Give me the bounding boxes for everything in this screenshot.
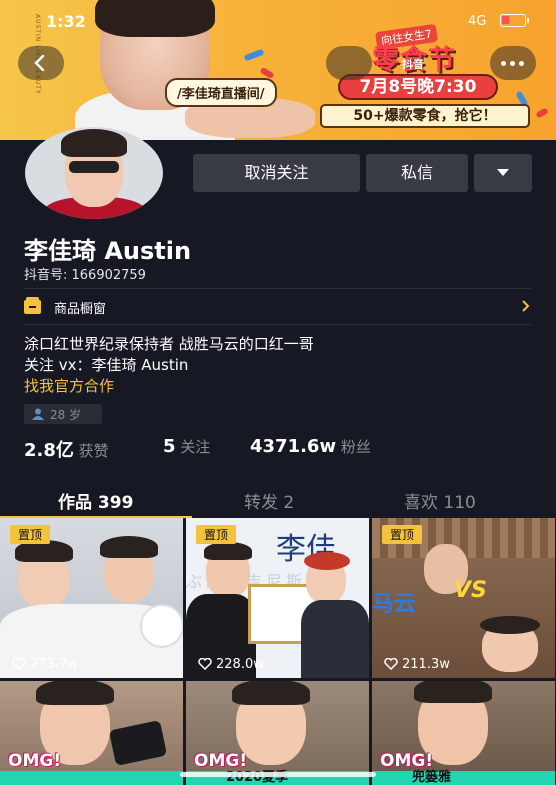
status-time: 1:32 <box>46 12 86 31</box>
pinned-badge: 置顶 <box>196 525 237 544</box>
recommend-dropdown-button[interactable] <box>474 154 532 192</box>
video-thumbnail[interactable]: 置顶 273.7w <box>0 518 183 678</box>
person-icon <box>32 408 44 420</box>
tab-likes[interactable]: 喜欢 110 <box>404 488 476 513</box>
home-indicator <box>180 772 376 777</box>
more-button[interactable] <box>490 46 536 80</box>
content-tabs: 作品 399 转发 2 喜欢 110 <box>0 480 556 519</box>
back-arrow-icon <box>34 55 45 71</box>
message-button[interactable]: 私信 <box>366 154 468 192</box>
profile-stats: 2.8亿 获赞 5 关注 4371.6w 粉丝 <box>24 436 544 462</box>
caret-down-icon <box>497 169 509 176</box>
divider <box>24 288 532 289</box>
following-stat[interactable]: 5 关注 <box>163 436 210 457</box>
video-thumbnail[interactable]: OMG! 兜篓雅 <box>372 681 555 785</box>
video-thumbnail[interactable]: OMG! 2020夏季 <box>186 681 369 785</box>
video-likes: 273.7w <box>12 657 78 672</box>
network-indicator: 4G <box>468 14 487 29</box>
followers-stat[interactable]: 4371.6w 粉丝 <box>250 436 371 457</box>
bio-line: 涂口红世界纪录保持者 战胜马云的口红一哥 <box>24 335 314 353</box>
event-slogan: 50+爆款零食，抢它！ <box>320 104 530 128</box>
bio-line: 关注 vx：李佳琦 Austin <box>24 356 189 374</box>
profile-name: 李佳琦 Austin <box>24 237 192 265</box>
divider <box>24 324 532 325</box>
heart-icon <box>198 657 212 671</box>
shop-window-label: 商品橱窗 <box>54 302 107 317</box>
video-thumbnail[interactable]: 马云 VS 置顶 211.3w <box>372 518 555 678</box>
video-overlay-text: OMG! <box>8 751 62 771</box>
pinned-badge: 置顶 <box>10 525 51 544</box>
age-tag: 28 岁 <box>24 404 102 424</box>
more-dots-icon <box>501 61 506 66</box>
search-button[interactable] <box>326 46 372 80</box>
heart-icon <box>384 657 398 671</box>
video-likes: 211.3w <box>384 657 450 672</box>
battery-icon <box>500 14 529 27</box>
video-grid: 置顶 273.7w 李佳 ぶ战胜吉尼斯世界 置顶 228.0w 马云 VS 置顶… <box>0 518 556 785</box>
banner-portrait <box>70 0 315 140</box>
pinned-badge: 置顶 <box>382 525 423 544</box>
video-thumbnail[interactable]: OMG! <box>0 681 183 785</box>
tab-works[interactable]: 作品 399 <box>58 488 133 513</box>
shop-window-row[interactable]: 商品橱窗 <box>24 296 532 320</box>
unfollow-button[interactable]: 取消关注 <box>193 154 360 192</box>
live-room-tag: /李佳琦直播间/ <box>165 78 277 107</box>
shop-icon <box>24 297 41 314</box>
video-thumbnail[interactable]: 李佳 ぶ战胜吉尼斯世界 置顶 228.0w <box>186 518 369 678</box>
video-likes: 228.0w <box>198 657 264 672</box>
official-cooperation-link[interactable]: 找我官方合作 <box>24 375 114 396</box>
heart-icon <box>12 657 26 671</box>
avatar[interactable] <box>25 127 163 219</box>
snack-festival-logo: 向往女生7 零食节 抖音 <box>358 23 478 76</box>
chevron-right-icon <box>522 300 530 312</box>
douyin-id: 抖音号: 166902759 <box>24 268 146 283</box>
likes-stat: 2.8亿 获赞 <box>24 440 109 461</box>
back-button[interactable] <box>18 46 64 80</box>
tab-reposts[interactable]: 转发 2 <box>244 488 294 513</box>
